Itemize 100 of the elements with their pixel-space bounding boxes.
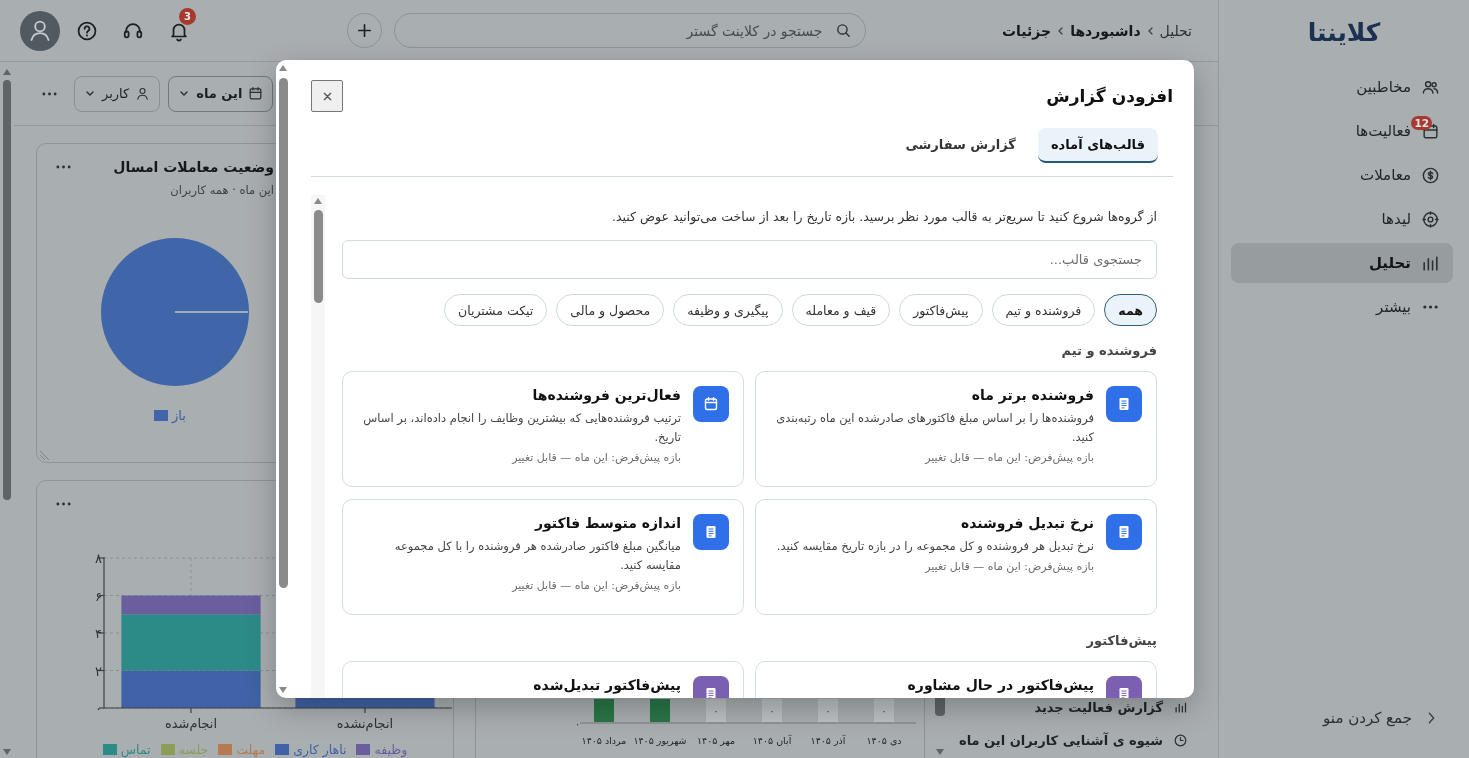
legend-label: مهلت <box>236 742 266 757</box>
chevron-down-icon <box>180 91 189 96</box>
axis-label: ۲ <box>95 663 102 679</box>
scrollbar-thumb[interactable] <box>278 78 288 588</box>
card-meta: بازه پیش‌فرض: این ماه — قابل تغییر <box>923 559 1094 575</box>
value-label: ۰ <box>881 705 887 716</box>
filter-chip[interactable]: قیف و معامله <box>791 294 891 326</box>
card-description: فروشنده‌ها را بر اساس مبلغ فاکتورهای صادرشده این ماه رتبه‌بندی کنید. <box>775 410 1094 446</box>
sidebar-item[interactable]: مخاطبین <box>1231 67 1453 107</box>
card-description: ترتیب فروشنده‌هایی که بیشترین وظایف را انجام داده‌اند، بر اساس تاریخ. <box>362 410 681 446</box>
card-title: نرخ تبدیل فروشنده <box>959 514 1094 532</box>
resize-handle-icon[interactable] <box>39 450 50 461</box>
logo: کلاینتا <box>1307 17 1381 48</box>
count-badge: 12 <box>1411 116 1432 130</box>
filter-chip[interactable]: فروشنده و تیم <box>991 294 1096 326</box>
card-title: فروشنده برتر ماه <box>970 386 1094 404</box>
chevron-icon <box>1058 26 1064 35</box>
more-icon[interactable] <box>42 91 57 96</box>
user-filter-button[interactable]: کاربر <box>74 75 161 112</box>
close-button[interactable] <box>311 80 343 112</box>
person-icon <box>135 86 151 101</box>
axis-label: آبان ۱۴۰۵ <box>752 735 792 746</box>
more-icon[interactable] <box>56 165 71 169</box>
filter-chip[interactable]: پیش‌فاکتور <box>899 294 983 326</box>
card-title: اندازه متوسط فاکتور <box>533 514 681 532</box>
tab[interactable]: قالب‌های آماده <box>1037 128 1158 163</box>
avatar-icon[interactable] <box>20 10 60 51</box>
collapse-menu-button[interactable]: جمع کردن منو <box>1231 698 1453 738</box>
axis-label: انجام‌شده <box>164 716 218 731</box>
scroll-up-icon[interactable] <box>278 64 288 72</box>
card-title: وضعیت معاملات امسال <box>113 158 274 176</box>
axis-label: ۴ <box>95 626 102 641</box>
legend-swatch <box>154 410 168 421</box>
scroll-down-icon[interactable] <box>2 748 12 756</box>
card-subtitle: این ماه · همه کاربران <box>170 182 274 198</box>
scroll-down-icon[interactable] <box>278 686 288 694</box>
scrollbar-thumb[interactable] <box>313 210 323 303</box>
axis-label: مهر ۱۴۰۵ <box>696 735 736 746</box>
breadcrumb-item[interactable]: داشبوردها <box>1070 22 1141 39</box>
bar-background <box>874 699 894 722</box>
plus-icon <box>356 23 372 38</box>
card-title: فعال‌ترین فروشنده‌ها <box>531 386 681 404</box>
bar-background <box>818 699 838 722</box>
card-description: نرخ تبدیل هر فروشنده و کل مجموعه را در بازه تاریخ مقایسه کنید. <box>775 538 1094 555</box>
filter-chip[interactable]: محصول و مالی <box>556 294 665 326</box>
bar-background <box>762 699 782 722</box>
axis-label: شهریور ۱۴۰۵ <box>633 735 687 746</box>
scrollbar-thumb[interactable] <box>3 80 11 500</box>
search-field[interactable]: جستجو در کلاینت گستر <box>393 13 866 48</box>
filter-chip[interactable]: تیکت مشتریان <box>443 294 548 326</box>
more-icon[interactable] <box>56 502 71 506</box>
template-card[interactable]: اندازه متوسط فاکتور میانگین مبلغ فاکتور صادرشده هر فروشنده را با کل مجموعه مقایسه کنید. بازه پیش‌فرض: این ماه — قابل تغییر <box>342 499 744 615</box>
axis-label: انجام‌نشده <box>336 716 394 731</box>
scroll-up-icon[interactable] <box>2 68 12 76</box>
filter-chip[interactable]: همه <box>1104 294 1157 326</box>
card-title: پیش‌فاکتور در حال مشاوره <box>906 676 1094 694</box>
scrollbar-thumb[interactable] <box>935 698 945 716</box>
axis-label: ۰ <box>575 718 581 729</box>
calendar-icon <box>248 86 264 101</box>
breadcrumb-item[interactable]: تحلیل <box>1159 22 1192 39</box>
clock-icon <box>1173 732 1188 748</box>
help-icon[interactable] <box>76 19 98 42</box>
legend-label: تماس <box>120 742 151 757</box>
report-list-item[interactable]: شیوه ی آشنایی کاربران این ماه <box>948 731 1210 749</box>
sidebar-item[interactable]: تحلیل <box>1231 243 1453 283</box>
card-title: پیش‌فاکتور تبدیل‌شده <box>532 676 681 694</box>
chevron-icon <box>1147 26 1153 35</box>
bar-background <box>706 699 726 722</box>
sidebar-item[interactable]: معاملات <box>1231 155 1453 195</box>
close-icon <box>322 91 332 101</box>
notification-badge: 3 <box>179 7 196 25</box>
template-card[interactable]: فروشنده برتر ماه فروشنده‌ها را بر اساس مبلغ فاکتورهای صادرشده این ماه رتبه‌بندی کنید. بازه پیش‌فرض: این ماه — قابل تغییر <box>755 371 1157 487</box>
sidebar-item[interactable]: بیشتر <box>1231 287 1453 327</box>
template-card[interactable]: نرخ تبدیل فروشنده نرخ تبدیل هر فروشنده و کل مجموعه را در بازه تاریخ مقایسه کنید. بازه پیش‌فرض: این ماه — قابل تغییر <box>755 499 1157 615</box>
dialog-title: افزودن گزارش <box>1046 86 1173 106</box>
card-meta: بازه پیش‌فرض: این ماه — قابل تغییر <box>510 578 681 594</box>
card-description: میانگین مبلغ فاکتور صادرشده هر فروشنده را با کل مجموعه مقایسه کنید. <box>393 538 681 574</box>
template-card[interactable]: فعال‌ترین فروشنده‌ها ترتیب فروشنده‌هایی که بیشترین وظایف را انجام داده‌اند، بر اساس تاریخ. بازه پیش‌فرض: این ماه — قابل تغییر <box>342 371 744 487</box>
sidebar-item[interactable]: لیدها <box>1231 199 1453 239</box>
bar-chart-icon <box>1173 699 1188 715</box>
section-heading: پیش‌فاکتور <box>1085 632 1157 650</box>
scroll-up-icon[interactable] <box>313 197 323 205</box>
bar <box>650 699 670 722</box>
tab[interactable]: گزارش سفارشی <box>892 128 1029 163</box>
target-icon <box>1421 209 1440 229</box>
scroll-down-icon[interactable] <box>935 748 945 756</box>
axis-label: ۰ <box>95 701 102 716</box>
report-list-item[interactable]: گزارش فعالیت جدید <box>948 698 1210 716</box>
filter-chip[interactable]: پیگیری و وظیفه <box>673 294 783 326</box>
value-label: ۰ <box>769 705 775 716</box>
template-card[interactable]: پیش‌فاکتور در حال مشاوره <box>755 661 1157 698</box>
axis-label: دی ۱۴۰۵ <box>866 735 902 746</box>
value-label: ۰ <box>713 705 719 716</box>
legend-label: وظیفه <box>374 742 408 757</box>
template-card[interactable]: پیش‌فاکتور تبدیل‌شده <box>342 661 744 698</box>
bar-chart-icon <box>1421 253 1440 273</box>
legend-label: باز <box>172 408 186 423</box>
date-filter-button[interactable]: این ماه <box>168 75 274 112</box>
axis-label: آذر ۱۴۰۵ <box>810 735 846 746</box>
card-meta: بازه پیش‌فرض: این ماه — قابل تغییر <box>923 450 1094 466</box>
